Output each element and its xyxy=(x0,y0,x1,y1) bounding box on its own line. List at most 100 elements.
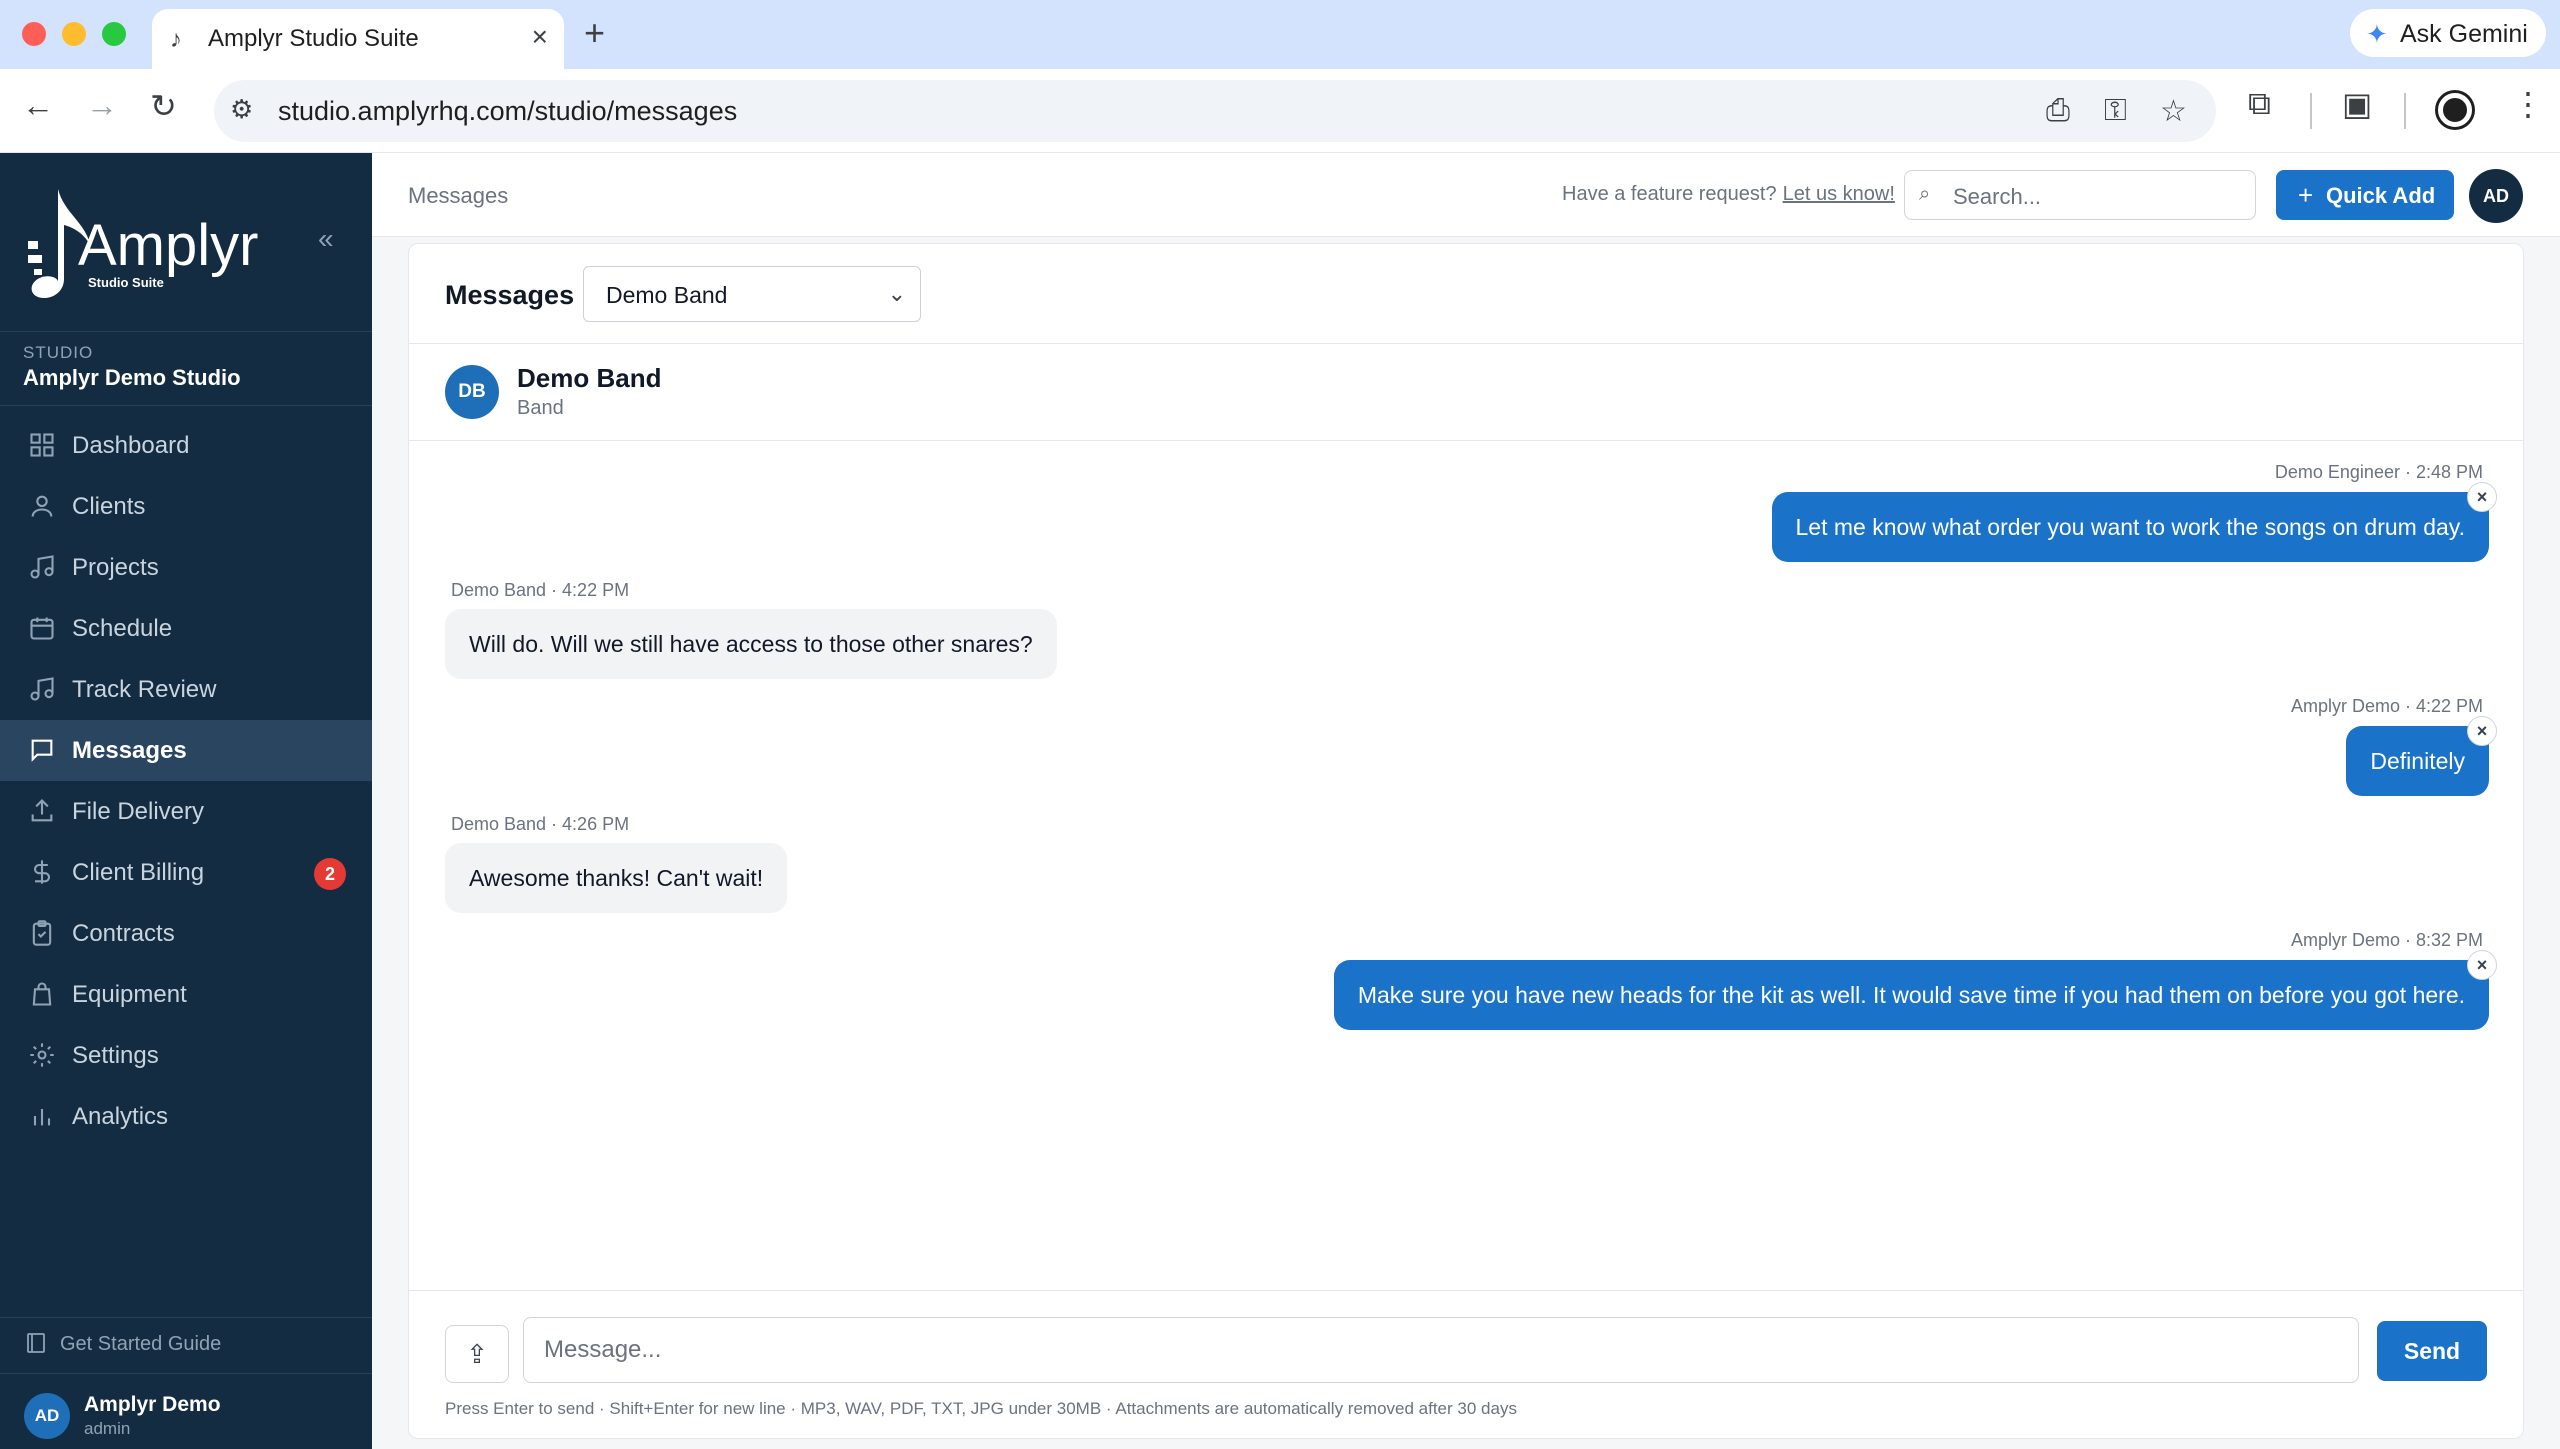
book-icon xyxy=(27,1333,45,1353)
gemini-sparkle-icon: ✦ xyxy=(2366,19,2388,49)
sidebar-item-label: Track Review xyxy=(72,676,217,703)
password-key-icon[interactable]: ⚿ xyxy=(2104,94,2127,128)
window-maximize-button[interactable] xyxy=(102,22,126,46)
music-note-icon: ♪ xyxy=(170,26,182,53)
message-thread[interactable]: Demo Engineer · 2:48 PM Let me know what… xyxy=(409,442,2523,1292)
music-note-icon xyxy=(30,677,54,701)
chat-icon xyxy=(31,739,53,762)
sidebar-item-settings[interactable]: Settings xyxy=(0,1025,372,1086)
sidebar-item-label: Schedule xyxy=(72,615,173,642)
sidebar-item-label: Client Billing xyxy=(72,859,205,886)
install-app-icon[interactable]: ⎙ xyxy=(2046,94,2070,128)
sidebar-item-analytics[interactable]: Analytics xyxy=(0,1086,372,1147)
reload-icon[interactable]: ↻ xyxy=(150,87,177,125)
sidebar-divider xyxy=(0,1373,372,1374)
sidebar-item-projects[interactable]: Projects xyxy=(0,537,372,598)
extensions-puzzle-icon[interactable]: ⧉ xyxy=(2248,85,2271,123)
user-name: Amplyr Demo xyxy=(84,1393,221,1416)
messages-title: Messages xyxy=(445,280,575,310)
billing-count-badge: 2 xyxy=(314,858,346,890)
messages-header: Messages Demo Band ⌄ xyxy=(409,244,2523,344)
conversation-header: DB Demo Band Band xyxy=(409,345,2523,441)
new-tab-icon[interactable]: + xyxy=(584,12,605,54)
user-icon xyxy=(31,495,53,517)
message-meta: Demo Band · 4:26 PM xyxy=(451,814,630,834)
messages-panel: Messages Demo Band ⌄ DB Demo Band Band D… xyxy=(408,243,2524,1439)
music-note-icon xyxy=(30,555,54,579)
tab-close-icon[interactable]: × xyxy=(532,21,548,53)
sidebar: Amplyr Studio Suite « STUDIO Amplyr Demo… xyxy=(0,153,372,1449)
forward-arrow-icon[interactable]: → xyxy=(86,87,118,124)
user-avatar[interactable]: AD xyxy=(24,1393,70,1439)
message-meta: Amplyr Demo · 8:32 PM xyxy=(2290,930,2483,950)
window-minimize-button[interactable] xyxy=(62,22,86,46)
logo-wordmark: Amplyr xyxy=(78,213,258,278)
sidebar-item-label: Dashboard xyxy=(72,432,190,459)
sidebar-item-contracts[interactable]: Contracts xyxy=(0,903,372,964)
conversation-select-value: Demo Band xyxy=(606,282,728,308)
delete-message-icon[interactable]: × xyxy=(2467,950,2497,980)
delete-message-icon[interactable]: × xyxy=(2467,716,2497,746)
browser-profile-avatar[interactable] xyxy=(2438,93,2472,127)
breadcrumb: Messages xyxy=(408,183,509,208)
sidebar-item-label: Analytics xyxy=(72,1103,169,1130)
account-avatar[interactable]: AD xyxy=(2469,169,2523,223)
browser-toolbar: ← → ↻ ⚙ studio.amplyrhq.com/studio/messa… xyxy=(0,69,2560,153)
tab-search-icon[interactable]: ▣ xyxy=(2342,85,2372,123)
outgoing-message: Make sure you have new heads for the kit… xyxy=(1333,960,2489,1030)
browser-tab[interactable]: ♪ Amplyr Studio Suite × xyxy=(152,9,564,69)
clipboard-icon xyxy=(32,920,52,946)
studio-label: STUDIO xyxy=(23,343,94,362)
quick-add-button[interactable]: + Quick Add xyxy=(2276,170,2454,220)
sidebar-item-label: Messages xyxy=(72,737,187,764)
toolbar-divider xyxy=(2310,93,2312,129)
sidebar-item-label: Settings xyxy=(72,1042,159,1069)
attach-file-button[interactable]: ⇪ xyxy=(445,1325,509,1383)
browser-menu-icon[interactable]: ⋮ xyxy=(2512,85,2544,123)
back-arrow-icon[interactable]: ← xyxy=(22,87,54,124)
sidebar-item-file-delivery[interactable]: File Delivery xyxy=(0,781,372,842)
sidebar-divider xyxy=(0,331,372,332)
upload-icon: ⇪ xyxy=(466,1339,488,1369)
sidebar-item-clients[interactable]: Clients xyxy=(0,476,372,537)
feature-request-link[interactable]: Let us know! xyxy=(1783,183,1895,205)
send-button[interactable]: Send xyxy=(2377,1321,2487,1381)
feature-request-text: Have a feature request? Let us know! xyxy=(1562,183,1895,206)
sidebar-item-schedule[interactable]: Schedule xyxy=(0,598,372,659)
sidebar-item-messages[interactable]: Messages xyxy=(0,720,372,781)
sidebar-item-track-review[interactable]: Track Review xyxy=(0,659,372,720)
message-meta: Amplyr Demo · 4:22 PM xyxy=(2290,696,2483,716)
toolbar-divider xyxy=(2404,93,2406,129)
url-text[interactable]: studio.amplyrhq.com/studio/messages xyxy=(278,96,737,127)
message-input[interactable] xyxy=(523,1317,2359,1383)
bookmark-star-icon[interactable]: ☆ xyxy=(2160,94,2187,129)
sidebar-item-equipment[interactable]: Equipment xyxy=(0,964,372,1025)
conversation-type: Band xyxy=(517,397,564,419)
sidebar-item-dashboard[interactable]: Dashboard xyxy=(0,415,372,476)
composer-hint: Press Enter to send · Shift+Enter for ne… xyxy=(445,1399,1517,1418)
tab-title: Amplyr Studio Suite xyxy=(208,25,419,52)
search-input[interactable]: ⌕ Search... xyxy=(1904,170,2256,220)
sidebar-divider xyxy=(0,405,372,406)
gear-icon xyxy=(30,1043,54,1067)
delete-message-icon[interactable]: × xyxy=(2467,482,2497,512)
conversation-name: Demo Band xyxy=(517,363,662,393)
search-icon: ⌕ xyxy=(1919,183,1931,205)
sidebar-item-client-billing[interactable]: Client Billing 2 xyxy=(0,842,372,903)
sidebar-item-label: File Delivery xyxy=(72,798,205,825)
conversation-select[interactable]: Demo Band ⌄ xyxy=(583,266,921,322)
ask-gemini-button[interactable]: ✦ Ask Gemini xyxy=(2350,9,2546,57)
window-close-button[interactable] xyxy=(22,22,46,46)
conversation-avatar: DB xyxy=(445,365,499,419)
amplyr-logo[interactable]: Amplyr Studio Suite xyxy=(24,183,304,303)
logo-subtext: Studio Suite xyxy=(88,275,164,290)
ask-gemini-label: Ask Gemini xyxy=(2400,20,2528,48)
address-bar[interactable]: ⚙ studio.amplyrhq.com/studio/messages ⎙ … xyxy=(214,80,2216,142)
upload-icon xyxy=(31,799,53,822)
collapse-sidebar-icon[interactable]: « xyxy=(318,223,334,255)
main-content: Messages Have a feature request? Let us k… xyxy=(372,153,2560,1449)
sidebar-item-label: Equipment xyxy=(72,981,187,1008)
dollar-icon xyxy=(33,860,51,884)
site-settings-icon[interactable]: ⚙ xyxy=(230,94,253,125)
get-started-guide-link[interactable]: Get Started Guide xyxy=(60,1333,221,1356)
